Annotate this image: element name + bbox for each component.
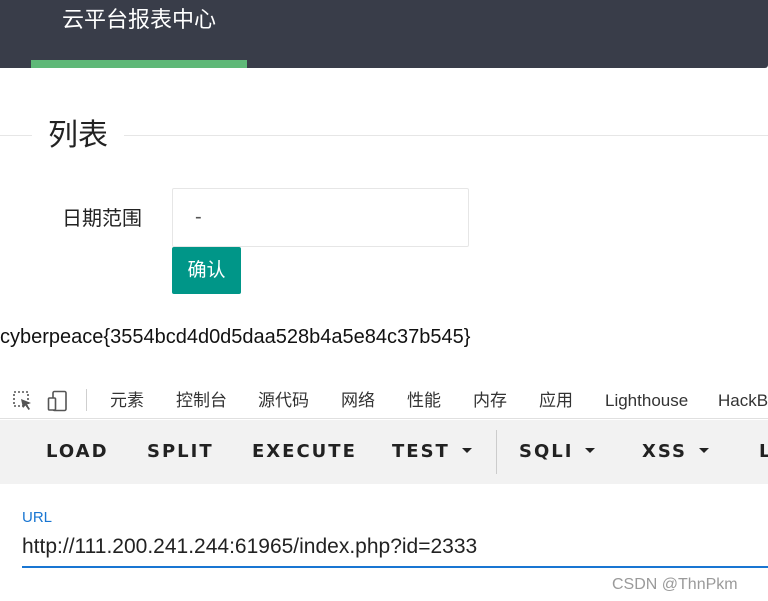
load-button[interactable]: LOAD bbox=[46, 440, 109, 464]
caret-down-icon bbox=[585, 447, 596, 453]
date-range-input[interactable] bbox=[172, 188, 469, 247]
lfi-dropdown-label: LFI bbox=[759, 441, 768, 462]
confirm-button[interactable]: 确认 bbox=[172, 247, 241, 294]
devtools-separator bbox=[86, 389, 87, 411]
caret-down-icon bbox=[461, 447, 472, 453]
hackbar-separator bbox=[496, 430, 497, 474]
inspect-element-icon[interactable] bbox=[12, 390, 34, 412]
tab-network[interactable]: 网络 bbox=[341, 389, 375, 413]
xss-dropdown[interactable]: XSS bbox=[642, 440, 709, 464]
test-dropdown[interactable]: TEST bbox=[392, 440, 472, 464]
watermark-text: CSDN @ThnPkm bbox=[612, 576, 738, 593]
url-input[interactable] bbox=[22, 528, 768, 568]
hackbar-toolbar: LOAD SPLIT EXECUTE TEST SQLI XSS LFI bbox=[0, 420, 768, 484]
sqli-dropdown[interactable]: SQLI bbox=[519, 440, 596, 464]
test-dropdown-label: TEST bbox=[392, 441, 450, 462]
devtools-tab-strip: 元素 控制台 源代码 网络 性能 内存 应用 Lighthouse HackBa… bbox=[0, 383, 768, 419]
url-label: URL bbox=[22, 509, 53, 526]
tab-hackbar[interactable]: HackBar bbox=[718, 389, 768, 413]
tab-console[interactable]: 控制台 bbox=[176, 389, 227, 413]
url-panel: URL CSDN @ThnPkm bbox=[0, 484, 768, 601]
caret-down-icon bbox=[699, 447, 709, 453]
fieldset-legend: 列表 bbox=[32, 118, 124, 154]
date-range-label: 日期范围 bbox=[62, 206, 142, 230]
tab-sources[interactable]: 源代码 bbox=[258, 389, 309, 413]
execute-button[interactable]: EXECUTE bbox=[252, 440, 357, 464]
flag-output-text: cyberpeace{3554bcd4d0d5daa528b4a5e84c37b… bbox=[0, 326, 471, 348]
active-nav-indicator bbox=[31, 60, 247, 68]
execute-button-label: EXECUTE bbox=[252, 441, 357, 462]
tab-elements[interactable]: 元素 bbox=[110, 389, 144, 413]
top-nav-bar: 云平台报表中心 bbox=[0, 0, 768, 68]
sqli-dropdown-label: SQLI bbox=[519, 441, 574, 462]
tab-performance[interactable]: 性能 bbox=[407, 389, 441, 413]
load-button-label: LOAD bbox=[46, 441, 109, 462]
split-button-label: SPLIT bbox=[147, 441, 214, 462]
lfi-dropdown[interactable]: LFI bbox=[759, 440, 768, 464]
tab-application[interactable]: 应用 bbox=[539, 389, 573, 413]
xss-dropdown-label: XSS bbox=[642, 441, 687, 462]
app-title[interactable]: 云平台报表中心 bbox=[62, 7, 216, 35]
split-button[interactable]: SPLIT bbox=[147, 440, 214, 464]
tab-memory[interactable]: 内存 bbox=[473, 389, 507, 413]
device-toolbar-icon[interactable] bbox=[47, 390, 69, 412]
tab-lighthouse[interactable]: Lighthouse bbox=[605, 389, 688, 413]
